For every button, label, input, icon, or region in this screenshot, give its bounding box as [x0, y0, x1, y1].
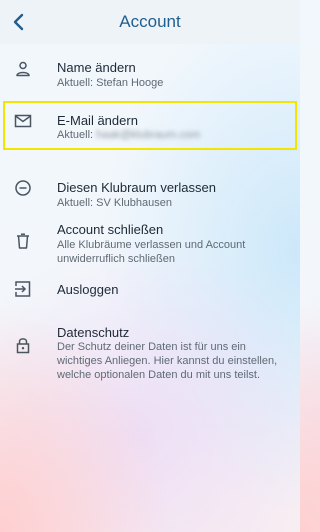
menu-item-leave-klubraum[interactable]: Diesen Klubraum verlassen Aktuell: SV Kl…: [0, 172, 300, 214]
close-account-description: Alle Klubräume verlassen und Account unw…: [57, 239, 246, 265]
lock-icon: [16, 338, 30, 354]
privacy-description: Der Schutz deiner Daten ist für uns ein …: [57, 341, 278, 381]
privacy-label: Datenschutz: [57, 325, 130, 340]
leave-klubraum-current: Aktuell: SV Klubhausen: [57, 197, 172, 209]
close-account-label: Account schließen: [57, 222, 164, 237]
leave-circle-icon: [15, 180, 31, 196]
change-name-label: Name ändern: [57, 60, 136, 75]
logout-label: Ausloggen: [57, 282, 119, 297]
highlight-box: [3, 101, 297, 150]
menu-item-privacy[interactable]: Datenschutz Der Schutz deiner Daten ist …: [0, 320, 300, 400]
menu-item-logout[interactable]: Ausloggen: [0, 274, 300, 304]
header-bar: Account: [0, 0, 300, 44]
person-icon: [16, 61, 30, 77]
trash-icon: [17, 233, 29, 249]
menu-item-close-account[interactable]: Account schließen Alle Klubräume verlass…: [0, 220, 300, 268]
change-name-current: Aktuell: Stefan Hooge: [57, 77, 164, 89]
leave-klubraum-label: Diesen Klubraum verlassen: [57, 180, 216, 195]
logout-icon: [15, 281, 31, 297]
page-title: Account: [119, 12, 181, 31]
menu-item-change-name[interactable]: Name ändern Aktuell: Stefan Hooge: [0, 52, 300, 94]
